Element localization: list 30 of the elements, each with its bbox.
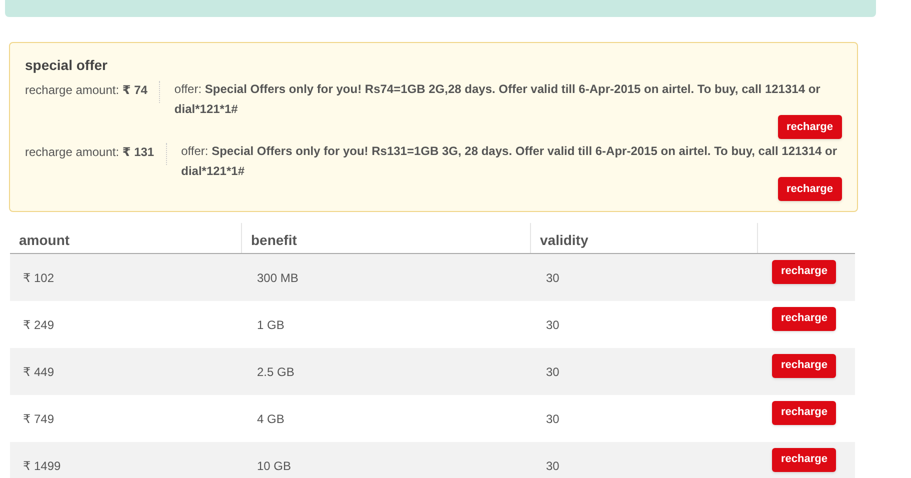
recharge-button[interactable]: recharge xyxy=(778,115,842,139)
table-cell: 2.5 GB xyxy=(257,364,294,378)
column-header: benefit xyxy=(251,232,297,248)
table-cell: 30 xyxy=(546,270,560,284)
recharge-amount: recharge amount: ₹ 131 xyxy=(25,144,156,161)
recharge-button[interactable]: recharge xyxy=(772,400,836,424)
offer-description: offer: Special Offers only for you! Rs74=1GB 2G,28 days. Offer valid till 6-Apr-2015 on airtel. To buy, call 121314 or dial*121*1# xyxy=(174,81,822,118)
table-cell: ₹ 249 xyxy=(23,318,54,332)
table-cell: 30 xyxy=(546,458,560,472)
table-cell: ₹ 749 xyxy=(23,412,54,426)
table-cell: 4 GB xyxy=(257,412,284,426)
recharge-amount: recharge amount: ₹ 74 xyxy=(25,82,148,99)
table-cell: 30 xyxy=(546,412,560,426)
table-cell: 30 xyxy=(546,364,560,378)
table-cell: 10 GB xyxy=(257,458,292,472)
recharge-button[interactable]: recharge xyxy=(778,177,842,201)
table-cell: 1 GB xyxy=(257,318,284,332)
recharge-button[interactable]: recharge xyxy=(772,354,836,378)
column-header: amount xyxy=(19,232,70,248)
table-cell: ₹ 449 xyxy=(23,364,54,378)
table-cell: ₹ 1499 xyxy=(23,458,61,472)
offer-title: special offer xyxy=(25,56,108,75)
recharge-button[interactable]: recharge xyxy=(772,306,836,330)
table-cell: ₹ 102 xyxy=(23,270,54,284)
table-cell: 300 MB xyxy=(257,270,298,284)
column-header: validity xyxy=(540,232,588,248)
recharge-button[interactable]: recharge xyxy=(772,260,836,284)
offer-description: offer: Special Offers only for you! Rs131=1GB 3G, 28 days. Offer valid till 6-Apr-2015 on airtel. To buy, call 121314 or dial*121*1# xyxy=(181,143,838,180)
table-cell: 30 xyxy=(546,318,560,332)
recharge-button[interactable]: recharge xyxy=(772,448,836,472)
